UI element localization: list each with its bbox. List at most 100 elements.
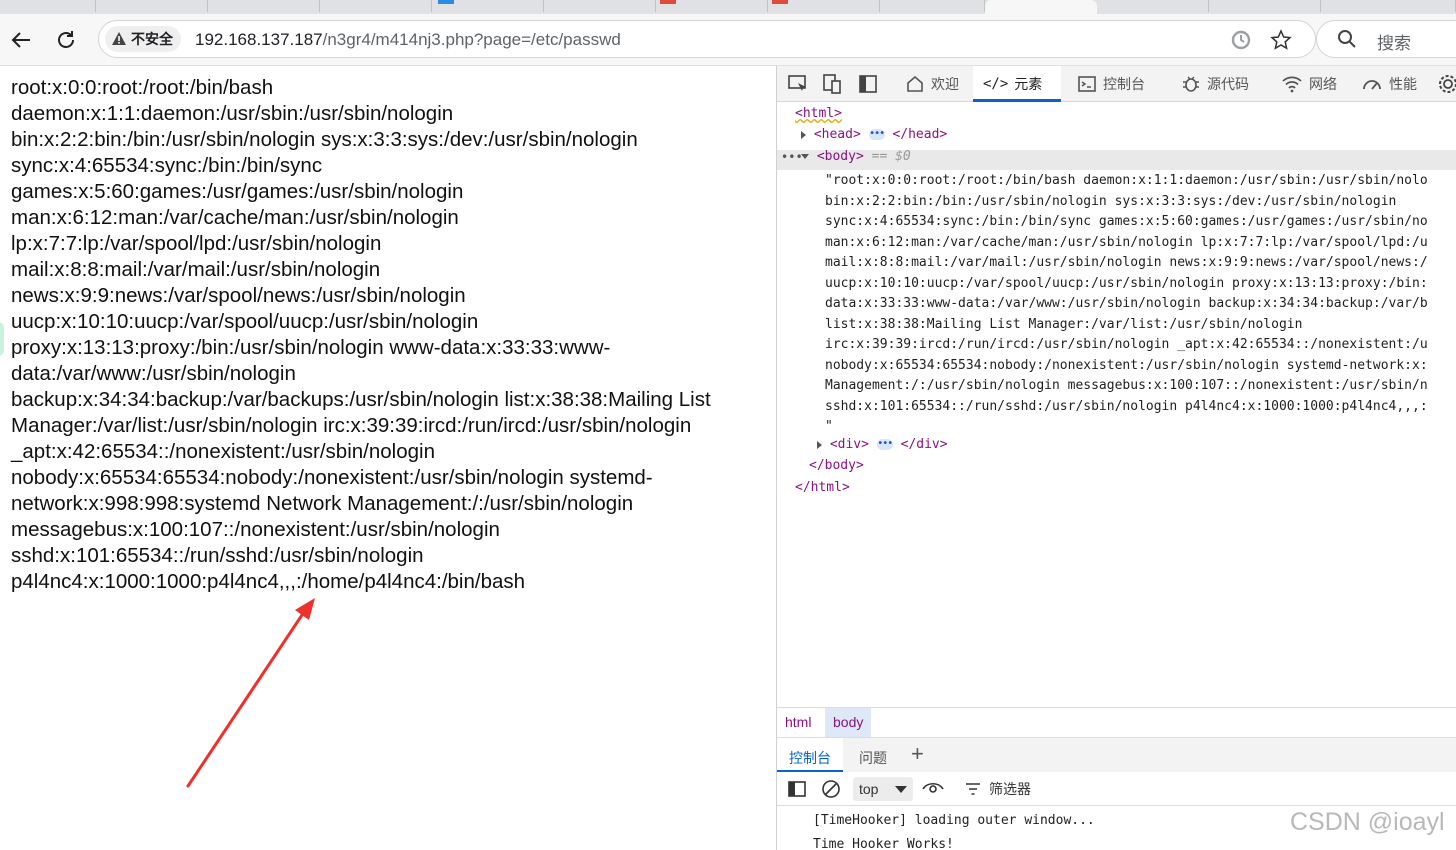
dom-node-body[interactable]: <body> == $0 <box>801 147 911 167</box>
dom-node-body-close[interactable]: </body> <box>809 456 864 476</box>
reload-icon <box>58 31 74 48</box>
expand-triangle-icon[interactable] <box>801 130 806 139</box>
devtools-panel: 欢迎 </> 元素 控制台 源代码 网络 性能 <html> <head> ••… <box>776 66 1456 850</box>
tab-network[interactable]: 网络 <box>1281 66 1347 102</box>
favorite-button[interactable] <box>1269 28 1293 52</box>
tag-html-open: <html> <box>795 106 842 121</box>
browser-toolbar: 不安全 192.168.137.187/n3gr4/m414nj3.php?pa… <box>0 14 1456 66</box>
tab-welcome[interactable]: 欢迎 <box>901 66 973 102</box>
console-message: [TimeHooker] loading outer window... <box>813 813 1095 828</box>
tab-strip <box>0 0 1456 14</box>
bug-icon <box>1183 76 1199 92</box>
back-button[interactable] <box>5 24 37 56</box>
breadcrumb-body[interactable]: body <box>825 708 872 737</box>
browser-tab[interactable] <box>320 0 432 12</box>
dom-text-node[interactable]: "root:x:0:0:root:/root:/bin/bash daemon:… <box>825 171 1456 461</box>
tab-console[interactable]: 控制台 <box>1077 66 1167 102</box>
breadcrumb-html[interactable]: html <box>777 708 819 737</box>
tag-html-close: </html> <box>795 480 850 495</box>
dom-node-html-close[interactable]: </html> <box>795 478 850 498</box>
tab-elements[interactable]: </> 元素 <box>973 66 1061 102</box>
active-browser-tab[interactable] <box>985 0 1097 14</box>
tag-div-open: <div> <box>829 437 869 452</box>
browser-tab[interactable] <box>1097 0 1209 12</box>
devtools-tabbar: 欢迎 </> 元素 控制台 源代码 网络 性能 <box>777 66 1456 102</box>
side-panel-handle[interactable] <box>0 322 4 356</box>
dom-node-html[interactable]: <html> <box>795 104 842 124</box>
tag-head-open: <head> <box>813 127 861 142</box>
device-emulation-icon[interactable] <box>821 73 843 95</box>
add-tab-icon[interactable]: + <box>911 743 924 765</box>
console-message: Time Hooker Works! <box>813 837 954 850</box>
back-arrow-icon <box>11 32 30 48</box>
home-icon <box>907 75 923 92</box>
console-sidebar-icon[interactable] <box>787 779 807 799</box>
url-text[interactable]: 192.168.137.187/n3gr4/m414nj3.php?page=/… <box>195 30 621 50</box>
tab-performance[interactable]: 性能 <box>1361 66 1427 102</box>
tab-label: 元素 <box>1014 76 1043 92</box>
toggle-sidebar-icon[interactable] <box>857 73 879 95</box>
page-content: root:x:0:0:root:/root:/bin/bash daemon:x… <box>0 66 770 850</box>
more-actions-icon[interactable]: ••• <box>781 147 803 167</box>
address-bar[interactable]: 不安全 192.168.137.187/n3gr4/m414nj3.php?pa… <box>98 20 1316 58</box>
drawer-tabbar: 控制台 问题 + <box>777 738 1456 772</box>
collapse-triangle-icon[interactable] <box>801 154 809 159</box>
browser-tab[interactable] <box>544 0 656 12</box>
passwd-file-content: root:x:0:0:root:/root:/bin/bash daemon:x… <box>11 76 711 593</box>
tag-div-close: </div> <box>900 437 948 452</box>
selected-marker: == $0 <box>871 149 911 164</box>
security-label: 不安全 <box>131 31 173 47</box>
tag-body-open: <body> <box>816 149 864 164</box>
gauge-icon <box>1363 80 1381 90</box>
browser-tab[interactable] <box>0 0 96 12</box>
browser-tab[interactable] <box>96 0 208 12</box>
search-icon <box>1338 30 1356 48</box>
context-selector[interactable]: top <box>853 777 913 801</box>
dropdown-arrow-icon <box>895 786 907 793</box>
translate-button[interactable] <box>1229 28 1253 52</box>
settings-icon[interactable] <box>1437 73 1456 95</box>
browser-tab[interactable] <box>1321 0 1456 12</box>
filter-label: 筛选器 <box>989 781 1031 797</box>
ellipsis-icon[interactable]: ••• <box>876 439 893 450</box>
reload-button[interactable] <box>50 24 82 56</box>
url-path: /n3gr4/m414nj3.php?page=/etc/passwd <box>322 30 621 49</box>
star-icon <box>1270 29 1292 50</box>
browser-tab[interactable] <box>880 0 985 12</box>
tab-label: 欢迎 <box>931 76 959 92</box>
tab-label: 性能 <box>1389 76 1417 92</box>
warning-icon <box>112 32 126 45</box>
watermark: CSDN @ioayl <box>1290 808 1445 836</box>
tab-favicon <box>660 0 676 4</box>
dom-tree: <html> <head> ••• </head> ••• <body> == … <box>777 102 1456 707</box>
browser-tab[interactable] <box>1209 0 1321 12</box>
tab-favicon <box>438 0 454 4</box>
security-badge[interactable]: 不安全 <box>105 26 181 52</box>
inspect-element-icon[interactable] <box>787 73 809 95</box>
code-icon: </> <box>983 76 1009 92</box>
browser-tab[interactable] <box>208 0 320 12</box>
search-box[interactable]: 搜索 <box>1316 20 1456 58</box>
tab-sources[interactable]: 源代码 <box>1181 66 1265 102</box>
url-host: 192.168.137.187 <box>195 30 323 49</box>
drawer-tab-console[interactable]: 控制台 <box>777 738 843 772</box>
tag-head-close: </head> <box>892 127 948 142</box>
tab-label: 控制台 <box>1103 76 1145 92</box>
console-icon <box>1078 76 1096 92</box>
ellipsis-icon[interactable]: ••• <box>868 129 885 140</box>
search-placeholder: 搜索 <box>1377 34 1411 53</box>
wifi-icon <box>1282 76 1302 93</box>
dom-node-head[interactable]: <head> ••• </head> <box>801 125 947 145</box>
eye-icon[interactable] <box>921 779 945 799</box>
context-selector-value: top <box>859 781 879 797</box>
tab-label: 源代码 <box>1207 76 1249 92</box>
console-filter[interactable]: 筛选器 <box>965 777 1031 801</box>
clear-console-icon[interactable] <box>821 779 841 799</box>
drawer-tab-issues[interactable]: 问题 <box>847 738 899 772</box>
tag-body-close: </body> <box>809 458 864 473</box>
dom-node-div[interactable]: <div> ••• </div> <box>817 435 948 455</box>
expand-triangle-icon[interactable] <box>817 440 822 449</box>
tab-label: 网络 <box>1309 76 1337 92</box>
console-toolbar: top 筛选器 <box>777 772 1456 806</box>
tab-favicon <box>772 0 788 4</box>
